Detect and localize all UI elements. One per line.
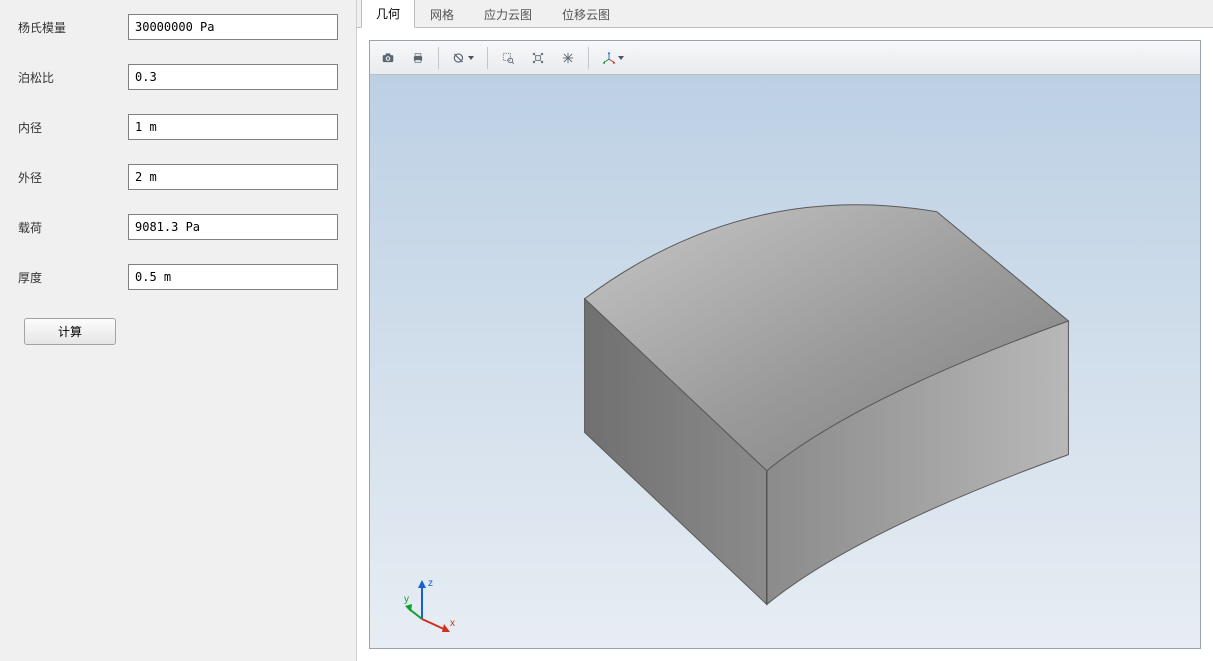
toolbar-separator bbox=[438, 47, 439, 69]
label-thickness: 厚度 bbox=[18, 269, 128, 286]
camera-icon[interactable] bbox=[374, 45, 402, 71]
axis-label-z: z bbox=[428, 578, 433, 589]
axis-triad: z y x bbox=[402, 574, 462, 634]
viewport-3d[interactable]: z y x bbox=[370, 75, 1200, 648]
viewport-toolbar bbox=[370, 41, 1200, 75]
input-outer-diameter[interactable] bbox=[128, 164, 338, 190]
tab-content-geometry: z y x bbox=[357, 28, 1213, 661]
row-poisson-ratio: 泊松比 bbox=[18, 64, 338, 90]
reset-view-icon[interactable] bbox=[445, 45, 481, 71]
axis-label-y: y bbox=[404, 594, 409, 605]
tab-displacement[interactable]: 位移云图 bbox=[547, 0, 625, 28]
label-inner-diameter: 内径 bbox=[18, 119, 128, 136]
row-thickness: 厚度 bbox=[18, 264, 338, 290]
row-outer-diameter: 外径 bbox=[18, 164, 338, 190]
zoom-window-icon[interactable] bbox=[494, 45, 522, 71]
axis-label-x: x bbox=[450, 618, 455, 629]
tabs-bar: 几何 网格 应力云图 位移云图 bbox=[357, 0, 1213, 28]
toolbar-separator bbox=[487, 47, 488, 69]
geometry-solid bbox=[370, 75, 1200, 648]
viewport-frame: z y x bbox=[369, 40, 1201, 649]
tab-geometry[interactable]: 几何 bbox=[361, 0, 415, 28]
axis-orientation-icon[interactable] bbox=[595, 45, 631, 71]
label-outer-diameter: 外径 bbox=[18, 169, 128, 186]
row-inner-diameter: 内径 bbox=[18, 114, 338, 140]
input-youngs-modulus[interactable] bbox=[128, 14, 338, 40]
row-youngs-modulus: 杨氏模量 bbox=[18, 14, 338, 40]
input-thickness[interactable] bbox=[128, 264, 338, 290]
label-youngs-modulus: 杨氏模量 bbox=[18, 19, 128, 36]
print-icon[interactable] bbox=[404, 45, 432, 71]
zoom-selection-icon[interactable] bbox=[554, 45, 582, 71]
label-poisson-ratio: 泊松比 bbox=[18, 69, 128, 86]
input-load[interactable] bbox=[128, 214, 338, 240]
label-load: 载荷 bbox=[18, 219, 128, 236]
input-poisson-ratio[interactable] bbox=[128, 64, 338, 90]
results-panel: 几何 网格 应力云图 位移云图 bbox=[357, 0, 1213, 661]
input-inner-diameter[interactable] bbox=[128, 114, 338, 140]
row-load: 载荷 bbox=[18, 214, 338, 240]
toolbar-separator bbox=[588, 47, 589, 69]
tab-stress[interactable]: 应力云图 bbox=[469, 0, 547, 28]
tab-mesh[interactable]: 网格 bbox=[415, 0, 469, 28]
compute-button[interactable]: 计算 bbox=[24, 318, 116, 345]
parameters-panel: 杨氏模量 泊松比 内径 外径 载荷 厚度 计算 bbox=[0, 0, 357, 661]
zoom-extents-icon[interactable] bbox=[524, 45, 552, 71]
